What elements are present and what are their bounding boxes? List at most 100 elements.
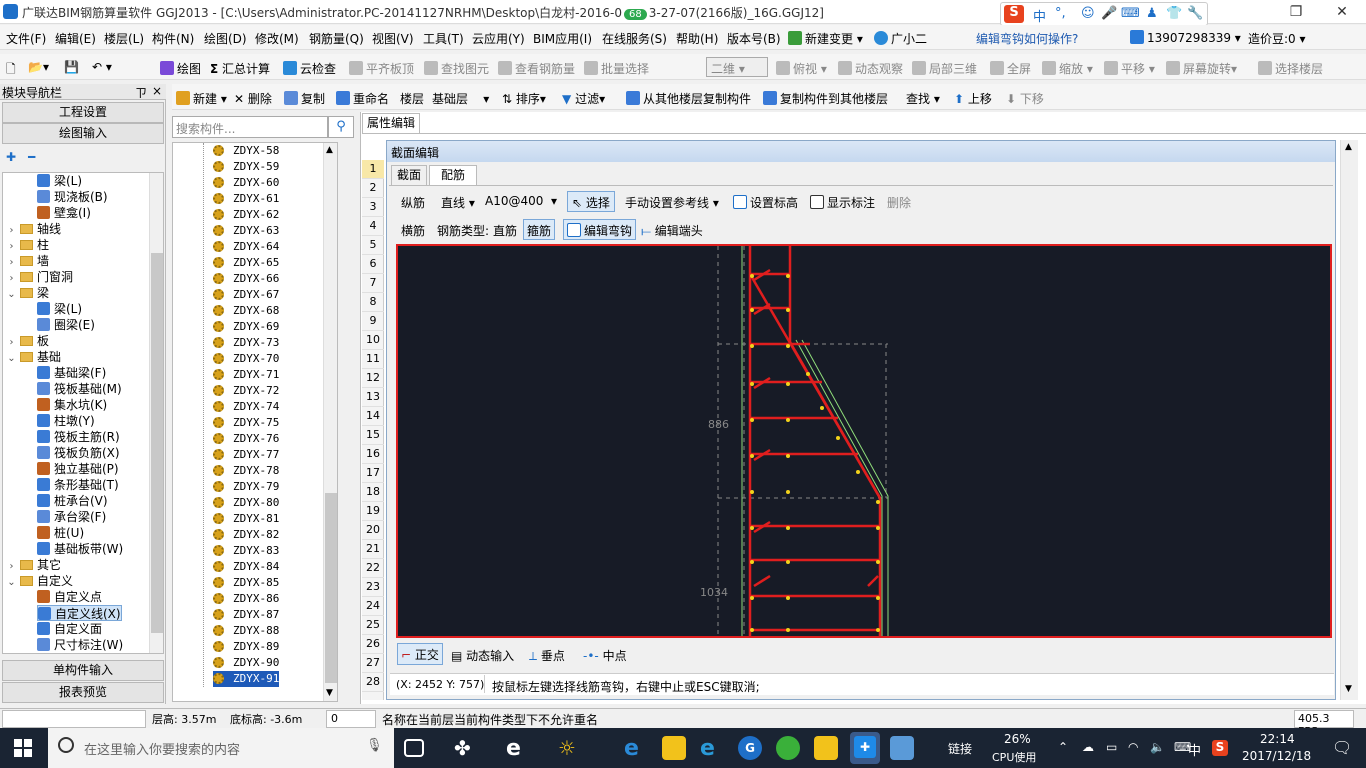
component-list-item[interactable]: ZDYX-83 <box>213 543 279 559</box>
property-row-number[interactable]: 24 <box>362 597 384 616</box>
ime-lang[interactable]: 中 <box>1033 6 1046 25</box>
component-list-item[interactable]: ZDYX-82 <box>213 527 279 543</box>
tree-item[interactable]: 承台梁(F) <box>37 509 106 525</box>
tree-expander-icon[interactable]: ⌄ <box>7 575 16 591</box>
tree-item[interactable]: 筏板基础(M) <box>37 381 122 397</box>
tab-property-edit[interactable]: 属性编辑 <box>362 113 420 133</box>
copy-to-other-floor-button[interactable]: 复制构件到其他楼层 <box>763 90 888 107</box>
notepad-icon[interactable] <box>814 736 838 760</box>
component-list-item[interactable]: ZDYX-72 <box>213 383 279 399</box>
property-row-number[interactable]: 4 <box>362 217 384 236</box>
tree-item[interactable]: 现浇板(B) <box>37 189 108 205</box>
tree-folder[interactable]: ⌄ 自定义 <box>7 573 73 589</box>
expand-all-icon[interactable]: ✚ <box>6 150 16 164</box>
component-list-scrollbar[interactable]: ▲ ▼ <box>323 143 337 701</box>
component-list-item[interactable]: ZDYX-58 <box>213 143 279 159</box>
single-component-input-button[interactable]: 单构件输入 <box>2 660 164 681</box>
microphone-icon[interactable]: 🎤 <box>1101 6 1117 21</box>
tree-folder[interactable]: › 墙 <box>7 253 50 269</box>
green-app-icon[interactable] <box>776 736 800 760</box>
tree-item[interactable]: 尺寸标注(W) <box>37 637 123 653</box>
local-3d-button[interactable]: 局部三维 <box>912 60 977 77</box>
tree-folder[interactable]: ⌄ 梁 <box>7 285 49 301</box>
top-view-button[interactable]: 俯视 ▾ <box>776 60 827 77</box>
find-button[interactable]: 查找 ▾ <box>906 90 940 107</box>
tray-lang[interactable]: 中 <box>1188 740 1201 759</box>
windows-start-icon[interactable] <box>14 739 32 757</box>
copy-from-other-floor-button[interactable]: 从其他楼层复制构件 <box>626 90 751 107</box>
tree-folder[interactable]: ⌄ 基础 <box>7 349 61 365</box>
file-explorer-icon[interactable] <box>662 736 686 760</box>
property-row-number[interactable]: 21 <box>362 540 384 559</box>
component-list-item[interactable]: ZDYX-75 <box>213 415 279 431</box>
property-row-number[interactable]: 19 <box>362 502 384 521</box>
component-list-item[interactable]: ZDYX-85 <box>213 575 279 591</box>
component-list-item[interactable]: ZDYX-71 <box>213 367 279 383</box>
component-list-item[interactable]: ZDYX-84 <box>213 559 279 575</box>
collapse-all-icon[interactable]: ━ <box>28 150 35 164</box>
component-list-item[interactable]: ZDYX-60 <box>213 175 279 191</box>
help-link[interactable]: 编辑弯钩如何操作? <box>976 30 1078 47</box>
menu-help[interactable]: 帮助(H) <box>676 30 718 47</box>
delete-rebar-button[interactable]: 删除 <box>887 194 911 211</box>
component-scroll-thumb[interactable] <box>325 493 337 683</box>
midpoint-snap-toggle[interactable]: -•- 中点 <box>583 647 627 664</box>
notify-app-icon[interactable]: ☼ <box>558 736 582 760</box>
component-list-item[interactable]: ZDYX-63 <box>213 223 279 239</box>
drawing-input-button[interactable]: 绘图输入 <box>2 123 164 144</box>
rename-button[interactable]: 重命名 <box>336 90 389 107</box>
copy-component-button[interactable]: 复制 <box>284 90 325 107</box>
view-mode-select[interactable]: 二维 ▾ <box>706 57 768 77</box>
component-list-item[interactable]: ZDYX-67 <box>213 287 279 303</box>
component-list-item[interactable]: ZDYX-62 <box>213 207 279 223</box>
select-tool-button[interactable]: ⇖ 选择 <box>567 191 615 212</box>
scroll-down-icon[interactable]: ▼ <box>326 688 333 698</box>
delete-component-button[interactable]: ✕ 删除 <box>234 90 272 107</box>
tree-folder[interactable]: › 轴线 <box>7 221 62 237</box>
align-slab-top-button[interactable]: 平齐板顶 <box>349 60 414 77</box>
tree-folder[interactable]: › 门窗洞 <box>7 269 74 285</box>
tree-item[interactable]: 自定义点 <box>37 589 102 605</box>
property-row-number[interactable]: 23 <box>362 578 384 597</box>
component-list-item[interactable]: ZDYX-65 <box>213 255 279 271</box>
property-row-number[interactable]: 1 <box>362 160 384 179</box>
sogou-tray-icon[interactable]: S <box>1212 740 1228 756</box>
account-beans[interactable]: 造价豆:0 ▾ <box>1248 30 1306 47</box>
tree-item[interactable]: 梁(L) <box>37 173 82 189</box>
rebar-spec-select[interactable]: A10@400 ▾ <box>485 194 557 208</box>
view-rebar-qty-button[interactable]: 查看钢筋量 <box>498 60 575 77</box>
tree-scrollbar[interactable] <box>149 173 163 653</box>
new-file-icon[interactable]: 🗋 <box>6 60 16 81</box>
sort-button[interactable]: ⇅ 排序▾ <box>502 90 546 107</box>
property-row-number[interactable]: 14 <box>362 407 384 426</box>
property-row-number[interactable]: 16 <box>362 445 384 464</box>
component-list-item[interactable]: ZDYX-81 <box>213 511 279 527</box>
tree-item[interactable]: 基础板带(W) <box>37 541 123 557</box>
edge-icon[interactable]: e <box>624 736 648 761</box>
tree-folder[interactable]: › 其它 <box>7 557 62 573</box>
component-list-item[interactable]: ZDYX-61 <box>213 191 279 207</box>
close-button[interactable]: ✕ <box>1322 2 1362 22</box>
undo-icon[interactable]: ↶ ▾ <box>92 60 112 74</box>
zoom-button[interactable]: 缩放 ▾ <box>1042 60 1093 77</box>
microphone-icon[interactable]: 🎙 <box>366 738 383 753</box>
batch-select-button[interactable]: 批量选择 <box>584 60 649 77</box>
menu-cloud[interactable]: 云应用(Y) <box>472 30 525 47</box>
tree-item[interactable]: 集水坑(K) <box>37 397 107 413</box>
orbit-button[interactable]: 动态观察 <box>838 60 903 77</box>
component-list-item[interactable]: ZDYX-59 <box>213 159 279 175</box>
property-row-number[interactable]: 18 <box>362 483 384 502</box>
component-list-item[interactable]: ZDYX-90 <box>213 655 279 671</box>
chevron-up-icon[interactable]: ⌃ <box>1058 740 1068 754</box>
menu-bim[interactable]: BIM应用(I) <box>533 30 592 47</box>
property-row-number[interactable]: 6 <box>362 255 384 274</box>
tree-item[interactable]: 独立基础(P) <box>37 461 119 477</box>
property-row-number[interactable]: 17 <box>362 464 384 483</box>
tree-scroll-thumb[interactable] <box>151 253 163 633</box>
menu-view[interactable]: 视图(V) <box>372 30 414 47</box>
ime-toolbar[interactable]: S 中 °, ☺ 🎤 ⌨ ♟ 👕 🔧 <box>1000 2 1208 26</box>
straight-rebar-button[interactable]: 直筋 <box>493 222 517 239</box>
edit-end-button[interactable]: ⟝ 编辑端头 <box>641 222 703 239</box>
user-icon[interactable]: ♟ <box>1146 6 1158 21</box>
volume-icon[interactable]: 🔈 <box>1150 740 1165 754</box>
